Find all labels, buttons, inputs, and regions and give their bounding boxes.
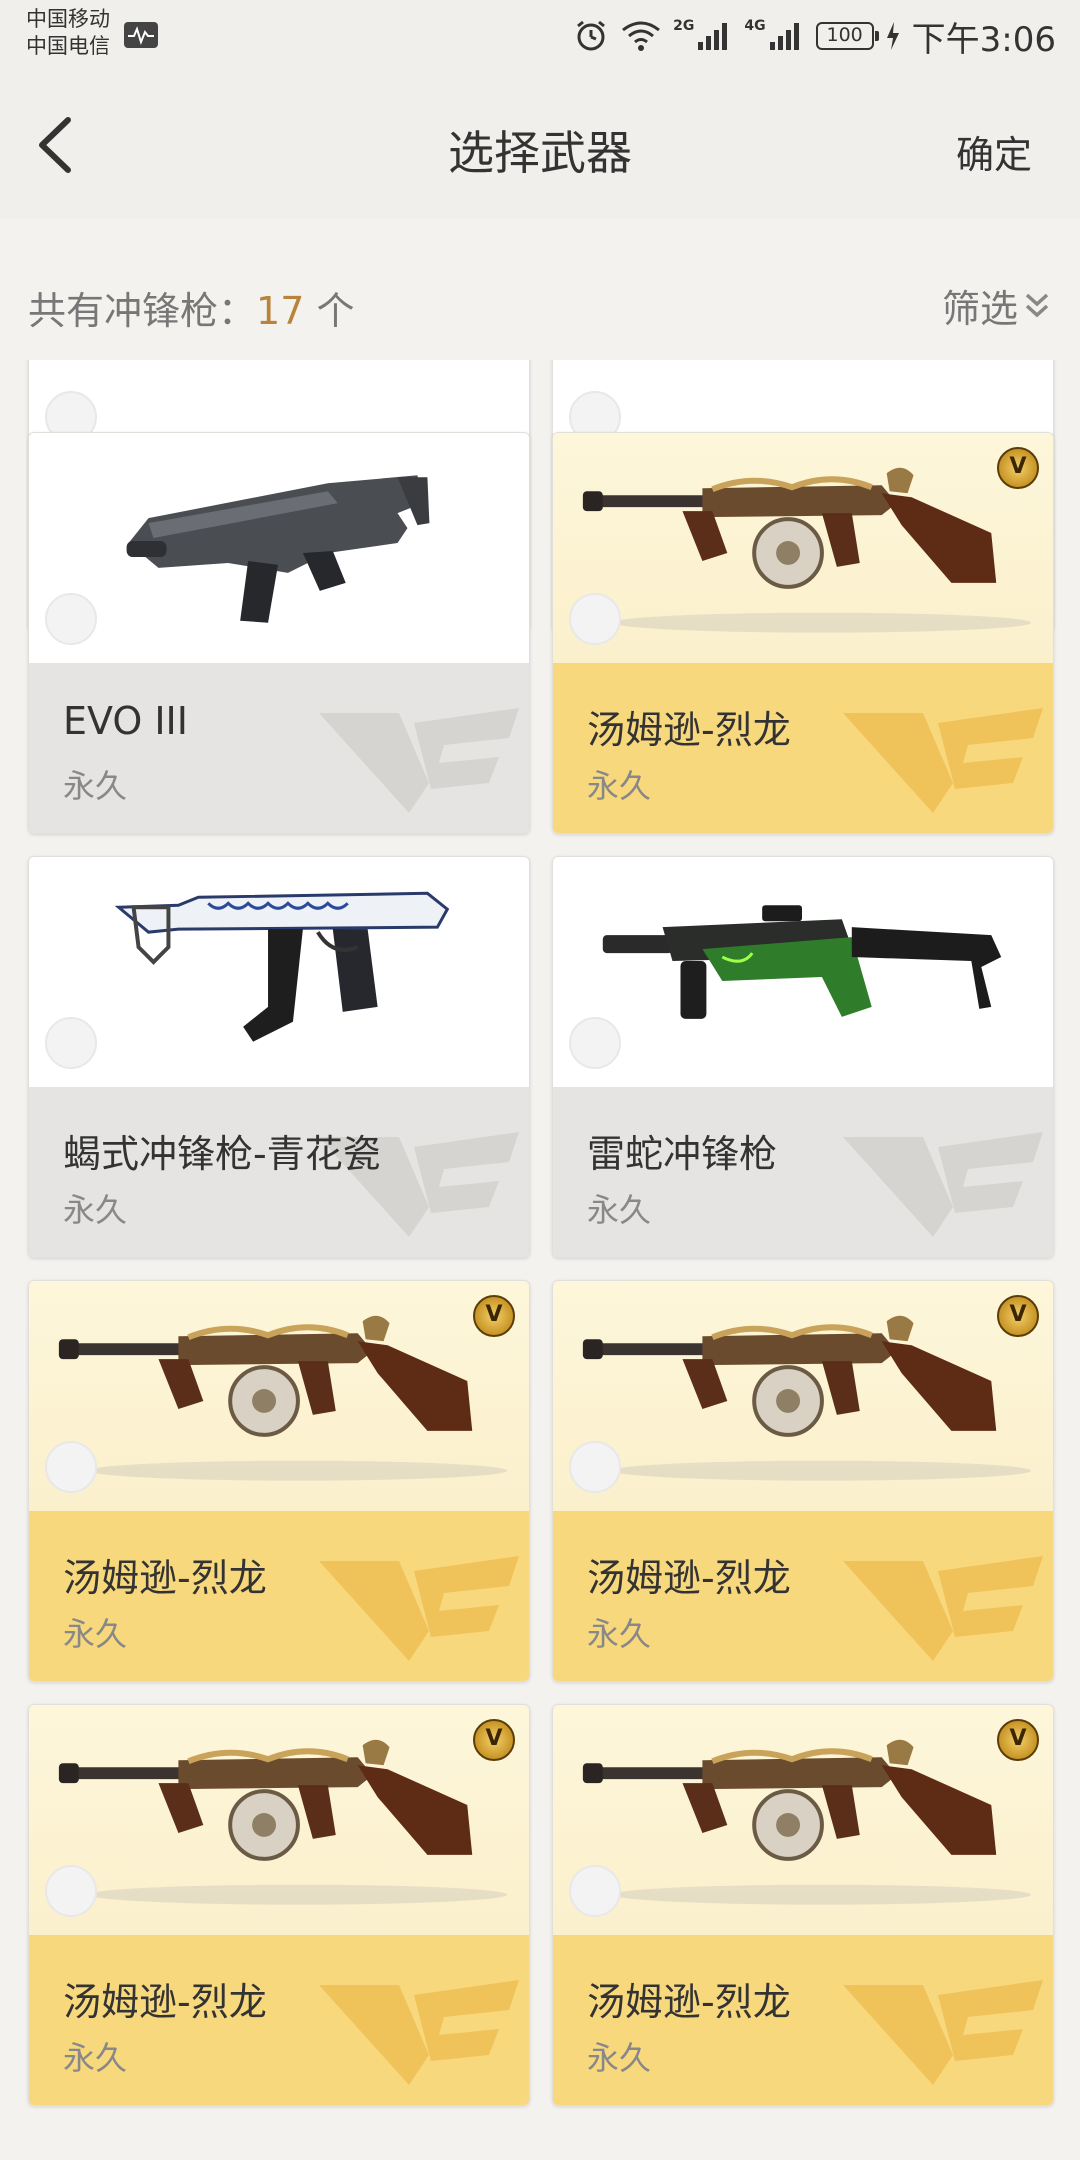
weapon-grid: 永久 永久 EVO III永久 V 汤姆逊-烈龙永久 蝎式冲锋枪-青花瓷永久 (0, 360, 1080, 2160)
select-radio[interactable] (569, 1017, 621, 1069)
weapon-duration: 永久 (587, 1191, 652, 1229)
vip-badge-icon: V (997, 1295, 1039, 1337)
weapon-image (29, 1705, 529, 1935)
weapon-info: EVO III 永久 (29, 663, 529, 833)
activity-icon (124, 22, 158, 48)
weapon-name: 汤姆逊-烈龙 (63, 1556, 267, 1600)
select-radio[interactable] (569, 593, 621, 645)
clock: 下午3:06 (911, 19, 1056, 60)
weapon-count: 共有冲锋枪：17 个 (28, 280, 354, 335)
weapon-image (553, 1281, 1053, 1511)
count-label: 共有冲锋枪： (28, 289, 257, 333)
weapon-info: 汤姆逊-烈龙永久 (29, 1511, 529, 1681)
battery-indicator: 100 (815, 22, 879, 50)
weapon-info: 汤姆逊-烈龙永久 (29, 1935, 529, 2105)
page-title: 选择武器 (448, 126, 632, 180)
weapon-card[interactable]: V 汤姆逊-烈龙永久 (28, 1280, 530, 1682)
weapon-duration: 永久 (587, 767, 652, 805)
select-radio[interactable] (45, 593, 97, 645)
weapon-name: 汤姆逊-烈龙 (63, 1980, 267, 2024)
signal-icon-1 (698, 23, 728, 50)
confirm-button[interactable]: 确定 (956, 124, 1032, 179)
weapon-name: 汤姆逊-烈龙 (587, 708, 791, 752)
double-chevron-down-icon (1025, 293, 1049, 317)
filter-button[interactable]: 筛选 (942, 278, 1050, 333)
weapon-duration: 永久 (63, 2039, 128, 2077)
weapon-duration: 永久 (63, 767, 128, 805)
weapon-image (553, 857, 1053, 1087)
weapon-duration: 永久 (587, 2039, 652, 2077)
carrier-2: 中国电信 (26, 34, 110, 58)
weapon-card[interactable]: V 汤姆逊-烈龙永久 (552, 1704, 1054, 2106)
cf-logo-icon (843, 708, 1043, 813)
cf-logo-icon (843, 1980, 1043, 2085)
weapon-image (553, 1705, 1053, 1935)
nav-bar: 选择武器 确定 (0, 72, 1080, 218)
select-radio[interactable] (45, 1017, 97, 1069)
weapon-name: 汤姆逊-烈龙 (587, 1980, 791, 2024)
signal-icon-2 (769, 23, 799, 50)
weapon-info: 蝎式冲锋枪-青花瓷永久 (29, 1087, 529, 1257)
select-radio[interactable] (569, 1441, 621, 1493)
filter-label: 筛选 (941, 287, 1018, 331)
weapon-duration: 永久 (63, 1191, 128, 1229)
weapon-duration: 永久 (587, 1615, 652, 1653)
weapon-info: 汤姆逊-烈龙永久 (553, 1935, 1053, 2105)
select-radio[interactable] (569, 1865, 621, 1917)
weapon-name: 雷蛇冲锋枪 (587, 1132, 778, 1176)
weapon-name: 蝎式冲锋枪-青花瓷 (63, 1132, 381, 1176)
info-bar: 共有冲锋枪：17 个 筛选 (0, 218, 1080, 360)
cf-logo-icon (319, 1556, 519, 1661)
vip-badge-icon: V (473, 1719, 515, 1761)
cf-logo-icon (843, 1132, 1043, 1237)
weapon-card[interactable]: V 汤姆逊-烈龙永久 (28, 1704, 530, 2106)
weapon-card[interactable]: 雷蛇冲锋枪 永久 (552, 856, 1054, 1258)
network-type-2: 4G (744, 18, 766, 34)
select-radio[interactable] (45, 1865, 97, 1917)
weapon-info: 汤姆逊-烈龙永久 (553, 663, 1053, 833)
select-radio[interactable] (45, 1441, 97, 1493)
weapon-card[interactable]: V 汤姆逊-烈龙永久 (552, 1280, 1054, 1682)
count-unit: 个 (316, 289, 355, 333)
weapon-name: 汤姆逊-烈龙 (587, 1556, 791, 1600)
cf-logo-icon (843, 1556, 1043, 1661)
carrier-1: 中国移动 (26, 7, 110, 31)
weapon-card[interactable]: 蝎式冲锋枪-青花瓷永久 (28, 856, 530, 1258)
cf-logo-icon (319, 708, 519, 813)
weapon-image (29, 1281, 529, 1511)
network-type-1: 2G (673, 18, 695, 34)
cf-logo-icon (319, 1980, 519, 2085)
status-icons: 2G 4G 100 下午3:06 (573, 14, 1056, 60)
weapon-image (29, 433, 529, 663)
weapon-info: 雷蛇冲锋枪 永久 (553, 1087, 1053, 1257)
weapon-card[interactable]: EVO III 永久 (28, 432, 530, 834)
vip-badge-icon: V (997, 1719, 1039, 1761)
vip-badge-icon: V (997, 447, 1039, 489)
weapon-image (29, 857, 529, 1087)
count-value: 17 (256, 289, 305, 333)
weapon-name: EVO III (63, 699, 188, 743)
wifi-icon (622, 21, 661, 51)
weapon-info: 汤姆逊-烈龙永久 (553, 1511, 1053, 1681)
status-bar: 中国移动 中国电信 2G 4G 100 下午3:06 (0, 0, 1080, 72)
weapon-duration: 永久 (63, 1615, 128, 1653)
weapon-image (553, 433, 1053, 663)
charging-icon (886, 22, 899, 50)
vip-badge-icon: V (473, 1295, 515, 1337)
carrier-info: 中国移动 中国电信 (26, 6, 110, 60)
weapon-card[interactable]: V 汤姆逊-烈龙永久 (552, 432, 1054, 834)
alarm-icon (577, 20, 606, 51)
